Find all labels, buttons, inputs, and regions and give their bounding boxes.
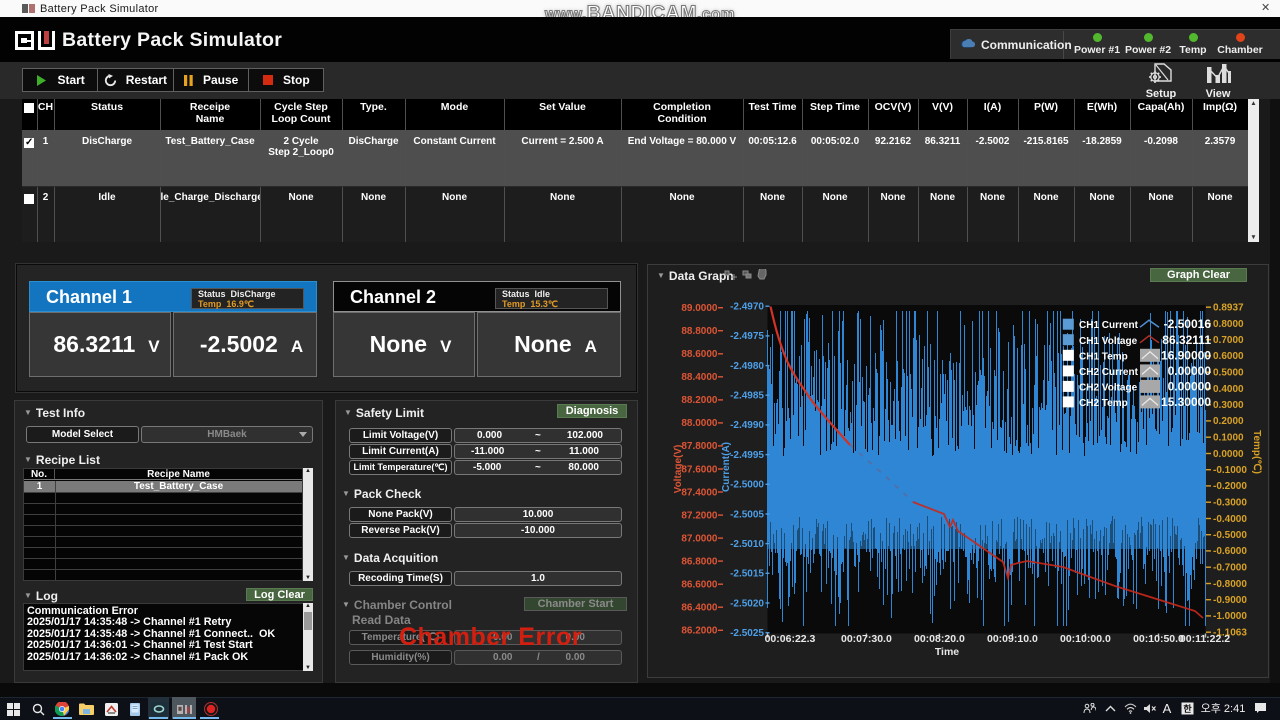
svg-text:CH2 Voltage: CH2 Voltage [1079,382,1138,393]
svg-text:87.2000: 87.2000 [681,510,718,521]
svg-text:0.00000: 0.00000 [1168,364,1212,378]
svg-text:-2.4990: -2.4990 [730,420,764,431]
svg-text:88.2000: 88.2000 [681,395,718,406]
svg-text:88.0000: 88.0000 [681,418,718,429]
svg-text:86.4000: 86.4000 [681,603,718,614]
svg-text:0.2000: 0.2000 [1213,416,1244,427]
svg-text:-1.0000: -1.0000 [1213,611,1247,622]
svg-text:Voltage(V): Voltage(V) [673,445,684,494]
svg-text:-0.8000: -0.8000 [1213,579,1247,590]
svg-text:Current(A): Current(A) [721,442,732,492]
svg-text:0.3000: 0.3000 [1213,400,1244,411]
svg-text:CH2 Temp: CH2 Temp [1079,398,1128,409]
svg-text:-0.9000: -0.9000 [1213,595,1247,606]
svg-text:0.0000: 0.0000 [1213,449,1244,460]
svg-text:-0.5000: -0.5000 [1213,530,1247,541]
svg-text:87.6000: 87.6000 [681,464,718,475]
svg-text:Time: Time [935,646,959,658]
svg-text:-2.5020: -2.5020 [730,598,764,609]
svg-text:-0.7000: -0.7000 [1213,563,1247,574]
svg-text:0.8937: 0.8937 [1213,303,1244,314]
svg-text:CH1 Current: CH1 Current [1079,320,1139,331]
svg-text:0.1000: 0.1000 [1213,433,1244,444]
svg-text:88.4000: 88.4000 [681,372,718,383]
svg-text:-2.4995: -2.4995 [730,450,764,461]
svg-text:CH1 Temp: CH1 Temp [1079,351,1128,362]
svg-text:0.7000: 0.7000 [1213,335,1244,346]
svg-text:CH2 Current: CH2 Current [1079,367,1139,378]
svg-text:86.2000: 86.2000 [681,626,718,637]
svg-text:88.6000: 88.6000 [681,349,718,360]
svg-text:86.32111: 86.32111 [1162,333,1211,347]
svg-text:86.8000: 86.8000 [681,556,718,567]
svg-text:0.5000: 0.5000 [1213,368,1244,379]
svg-text:-2.5015: -2.5015 [730,569,764,580]
svg-text:-2.4980: -2.4980 [730,361,764,372]
svg-text:-2.4970: -2.4970 [730,302,764,313]
svg-text:89.0000: 89.0000 [681,303,718,314]
svg-text:00:11:22.2: 00:11:22.2 [1180,633,1230,645]
svg-text:00:06:22.3: 00:06:22.3 [765,633,816,645]
svg-text:0.8000: 0.8000 [1213,319,1244,330]
svg-text:88.8000: 88.8000 [681,326,718,337]
svg-text:87.4000: 87.4000 [681,487,718,498]
svg-text:86.6000: 86.6000 [681,580,718,591]
svg-text:00:09:10.0: 00:09:10.0 [987,633,1038,645]
svg-text:-0.4000: -0.4000 [1213,514,1247,525]
svg-text:-2.5010: -2.5010 [730,539,764,550]
svg-text:-2.5000: -2.5000 [730,480,764,491]
svg-text:-0.2000: -0.2000 [1213,481,1247,492]
svg-text:00:10:50.0: 00:10:50.0 [1133,633,1184,645]
svg-text:CH1 Voltage: CH1 Voltage [1079,336,1138,347]
svg-text:-2.5005: -2.5005 [730,509,764,520]
svg-text:-2.4975: -2.4975 [730,331,764,342]
svg-text:16.90000: 16.90000 [1161,348,1211,362]
svg-text:-2.5025: -2.5025 [730,628,764,639]
svg-text:15.30000: 15.30000 [1161,395,1211,409]
svg-text:0.4000: 0.4000 [1213,384,1244,395]
svg-text:-0.1000: -0.1000 [1213,465,1247,476]
svg-text:87.0000: 87.0000 [681,533,718,544]
svg-text:0.6000: 0.6000 [1213,351,1244,362]
svg-text:0.00000: 0.00000 [1168,379,1212,393]
svg-text:00:08:20.0: 00:08:20.0 [914,633,965,645]
svg-text:한: 한 [1183,703,1192,714]
svg-text:Temp(℃): Temp(℃) [1251,430,1262,474]
svg-text:87.8000: 87.8000 [681,441,718,452]
svg-text:00:07:30.0: 00:07:30.0 [841,633,892,645]
svg-text:-2.4985: -2.4985 [730,391,764,402]
svg-text:00:10:00.0: 00:10:00.0 [1060,633,1111,645]
svg-text:-0.3000: -0.3000 [1213,498,1247,509]
svg-text:-2.50016: -2.50016 [1164,317,1212,331]
svg-text:-0.6000: -0.6000 [1213,546,1247,557]
